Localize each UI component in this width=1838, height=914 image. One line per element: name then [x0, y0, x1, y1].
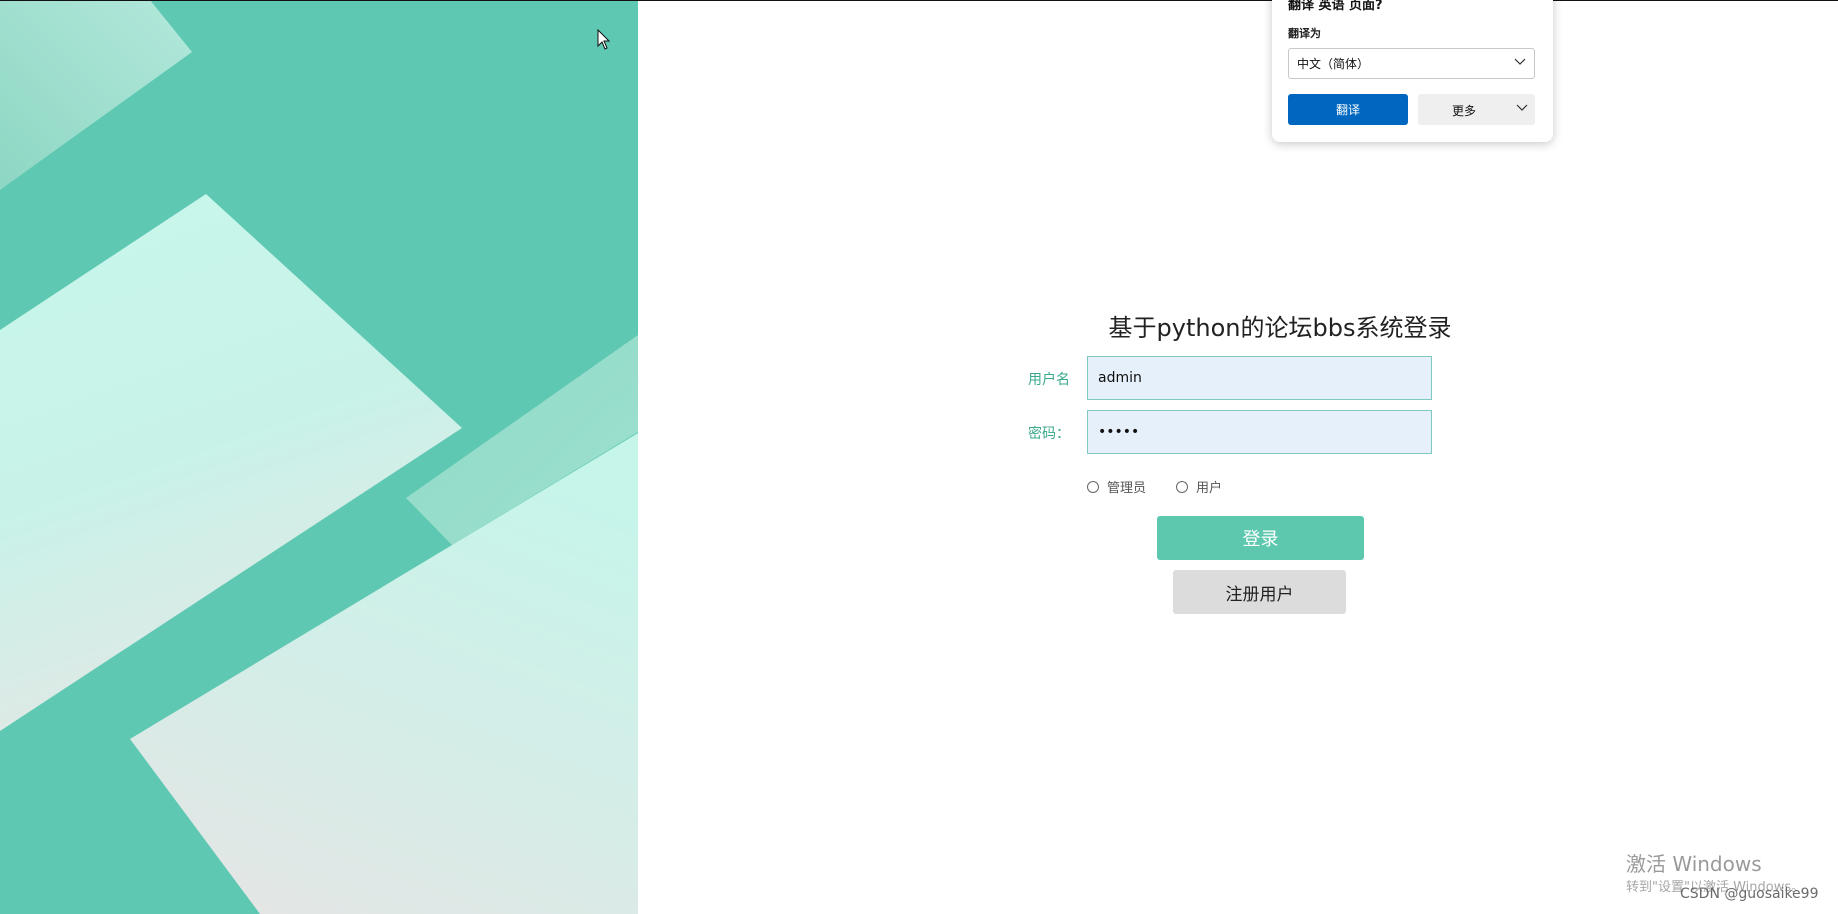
more-button[interactable]: 更多 — [1418, 94, 1535, 125]
password-input[interactable] — [1087, 410, 1432, 454]
translate-target-label: 翻译为 — [1288, 27, 1321, 40]
chevron-down-icon — [1516, 104, 1528, 111]
geometric-background — [0, 0, 638, 914]
decorative-panel — [0, 0, 638, 914]
username-label: 用户名 — [1028, 372, 1070, 388]
mouse-cursor-icon — [597, 29, 611, 50]
windows-activation-watermark: 激活 Windows — [1626, 852, 1762, 876]
role-label-user: 用户 — [1196, 481, 1223, 496]
username-input[interactable] — [1087, 356, 1432, 400]
csdn-watermark: CSDN @guosaike99 — [1680, 886, 1819, 902]
login-title: 基于python的论坛bbs系统登录 — [1108, 314, 1452, 342]
more-button-label: 更多 — [1452, 104, 1477, 118]
role-radio-group: 管理员 用户 — [1087, 477, 1252, 496]
radio-circle-icon[interactable] — [1087, 480, 1099, 493]
role-option-user[interactable]: 用户 — [1176, 477, 1222, 496]
role-option-admin[interactable]: 管理员 — [1087, 477, 1146, 496]
language-select-value: 中文（简体） — [1297, 57, 1370, 71]
role-label-admin: 管理员 — [1107, 481, 1147, 496]
login-page: 基于python的论坛bbs系统登录 用户名 密码： 管理员 用户 登录 注册用… — [0, 0, 1838, 914]
translate-button[interactable]: 翻译 — [1288, 94, 1408, 125]
radio-circle-icon[interactable] — [1176, 480, 1189, 493]
password-label: 密码： — [1028, 426, 1070, 442]
translate-question: 翻译 英语 页面? — [1288, 0, 1383, 13]
register-button[interactable]: 注册用户 — [1173, 570, 1346, 614]
translate-popup: 翻译 英语 页面? 翻译为 中文（简体） 翻译 更多 — [1272, 0, 1553, 142]
chevron-down-icon — [1514, 58, 1526, 65]
top-border — [0, 0, 1838, 1]
login-button[interactable]: 登录 — [1157, 516, 1364, 560]
language-select[interactable]: 中文（简体） — [1288, 48, 1535, 79]
